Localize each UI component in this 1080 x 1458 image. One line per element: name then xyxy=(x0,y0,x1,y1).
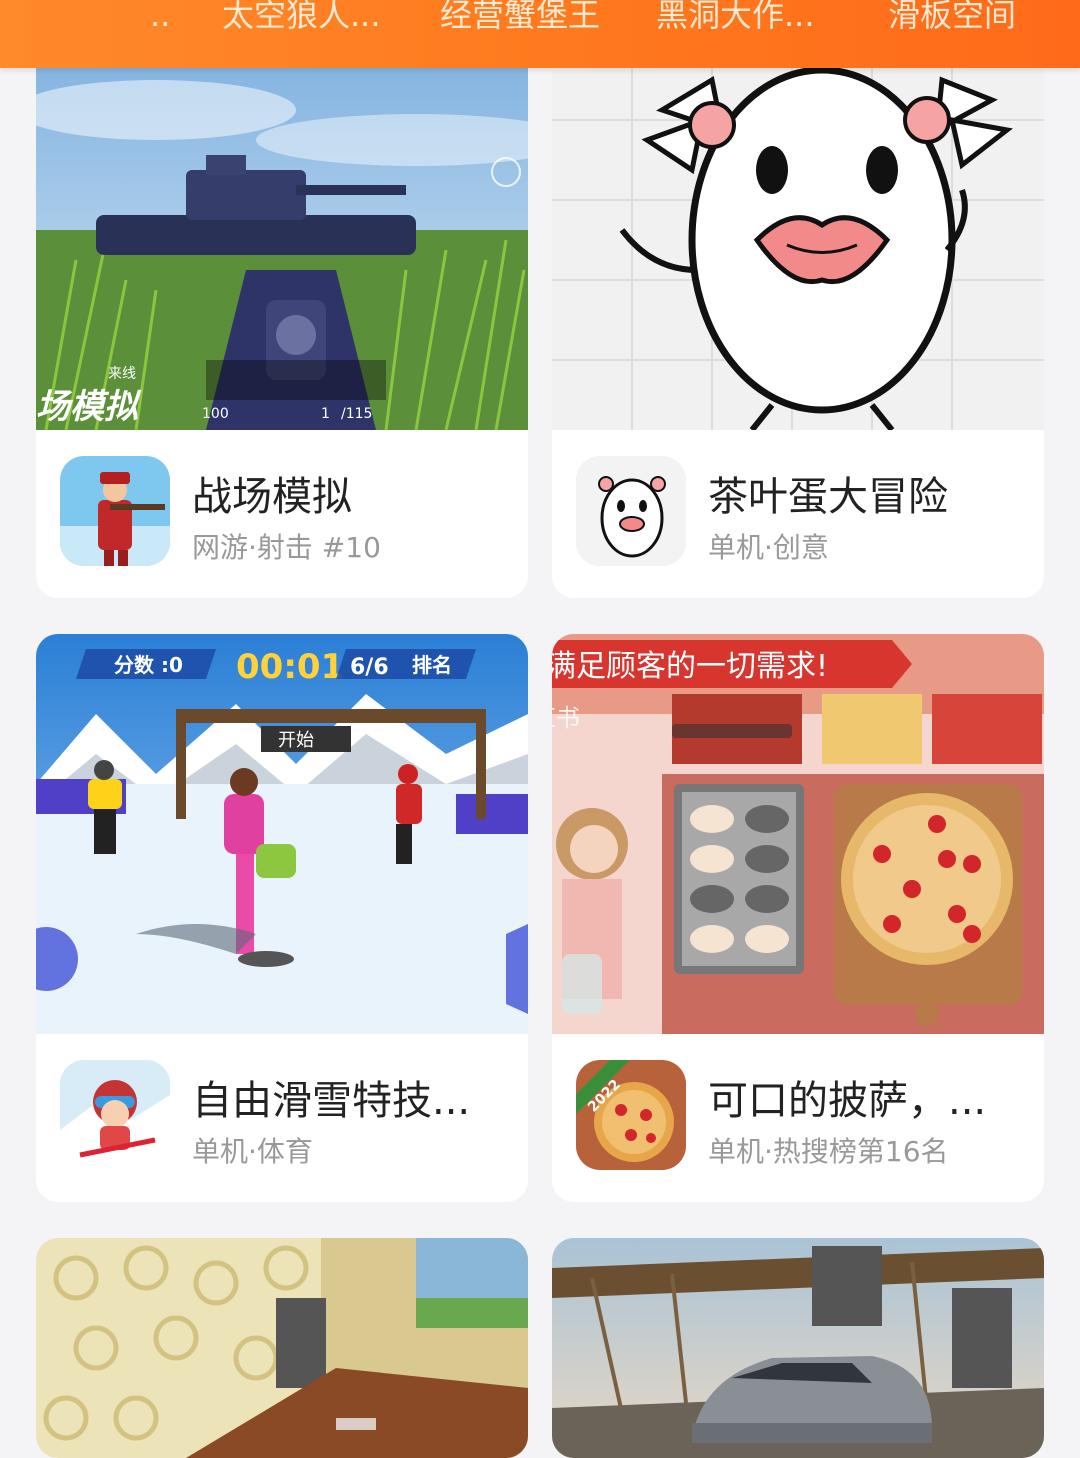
tag-3[interactable]: 黑洞大作... xyxy=(656,0,815,40)
game-info[interactable]: 战场模拟 网游·射击 #10 xyxy=(36,430,528,598)
game-card-tea-egg[interactable]: 茶叶蛋大冒险 单机·创意 xyxy=(552,40,1044,598)
game-thumbnail[interactable]: 场模拟 来线 100 1 /115 xyxy=(36,40,528,430)
hud-total: /115 xyxy=(341,406,372,422)
hud-mag: 1 xyxy=(321,406,330,422)
start-banner: 开始 xyxy=(278,730,314,751)
game-info[interactable]: 茶叶蛋大冒险 单机·创意 xyxy=(552,430,1044,598)
game-subtitle: 单机·创意 xyxy=(708,531,829,564)
hud-ammo: 100 xyxy=(202,406,229,422)
game-card-room[interactable] xyxy=(36,1238,528,1458)
game-card-pizza[interactable]: 满足顾客的一切需求! 小红书 2022 可口的披萨，... 单机·热搜榜第16名 xyxy=(552,634,1044,1202)
tag-2[interactable]: 经营蟹堡王 xyxy=(440,0,600,40)
game-app-icon[interactable]: 2022 xyxy=(576,1060,686,1170)
thumb-overlay-title: 场模拟 xyxy=(36,387,142,427)
game-subtitle: 单机·热搜榜第16名 xyxy=(708,1135,949,1168)
thumb-overlay-small: 来线 xyxy=(108,366,136,382)
game-info[interactable]: 自由滑雪特技... 单机·体育 xyxy=(36,1034,528,1202)
hud-rank-label: 排名 xyxy=(412,653,452,677)
game-title[interactable]: 自由滑雪特技... xyxy=(192,1068,512,1126)
hud-time: 00:01 xyxy=(236,647,344,687)
hud-rank: 6/6 xyxy=(350,655,389,680)
game-card-battlefield[interactable]: 场模拟 来线 100 1 /115 战场模拟 网游·射击 #10 xyxy=(36,40,528,598)
game-app-icon[interactable] xyxy=(60,1060,170,1170)
game-thumbnail[interactable] xyxy=(552,40,1044,430)
game-subtitle: 网游·射击 #10 xyxy=(192,531,381,564)
tag-0[interactable]: .. xyxy=(150,0,170,40)
game-info[interactable]: 2022 可口的披萨，... 单机·热搜榜第16名 xyxy=(552,1034,1044,1202)
game-title[interactable]: 茶叶蛋大冒险 xyxy=(708,464,1028,522)
pizza-banner: 满足顾客的一切需求! xyxy=(552,649,828,684)
watermark: 小红书 xyxy=(552,704,580,732)
hud-score: 分数 :0 xyxy=(114,653,183,677)
game-app-icon[interactable] xyxy=(60,456,170,566)
game-card-car[interactable] xyxy=(552,1238,1044,1458)
game-card-ski[interactable]: 开始 分数 :0 00:01 6/6 排名 自由滑雪特技... 单机·体育 xyxy=(36,634,528,1202)
game-thumbnail[interactable]: 满足顾客的一切需求! 小红书 xyxy=(552,634,1044,1034)
game-title[interactable]: 战场模拟 xyxy=(192,464,512,522)
game-thumbnail[interactable] xyxy=(36,1238,528,1458)
game-subtitle: 单机·体育 xyxy=(192,1135,313,1168)
game-thumbnail[interactable]: 开始 分数 :0 00:01 6/6 排名 xyxy=(36,634,528,1034)
game-title[interactable]: 可口的披萨，... xyxy=(708,1068,1028,1126)
game-app-icon[interactable] xyxy=(576,456,686,566)
top-tag-bar: .. 太空狼人... 经营蟹堡王 黑洞大作... 滑板空间 xyxy=(0,0,1080,68)
tag-4[interactable]: 滑板空间 xyxy=(888,0,1016,40)
game-thumbnail[interactable] xyxy=(552,1238,1044,1458)
tag-1[interactable]: 太空狼人... xyxy=(222,0,381,40)
